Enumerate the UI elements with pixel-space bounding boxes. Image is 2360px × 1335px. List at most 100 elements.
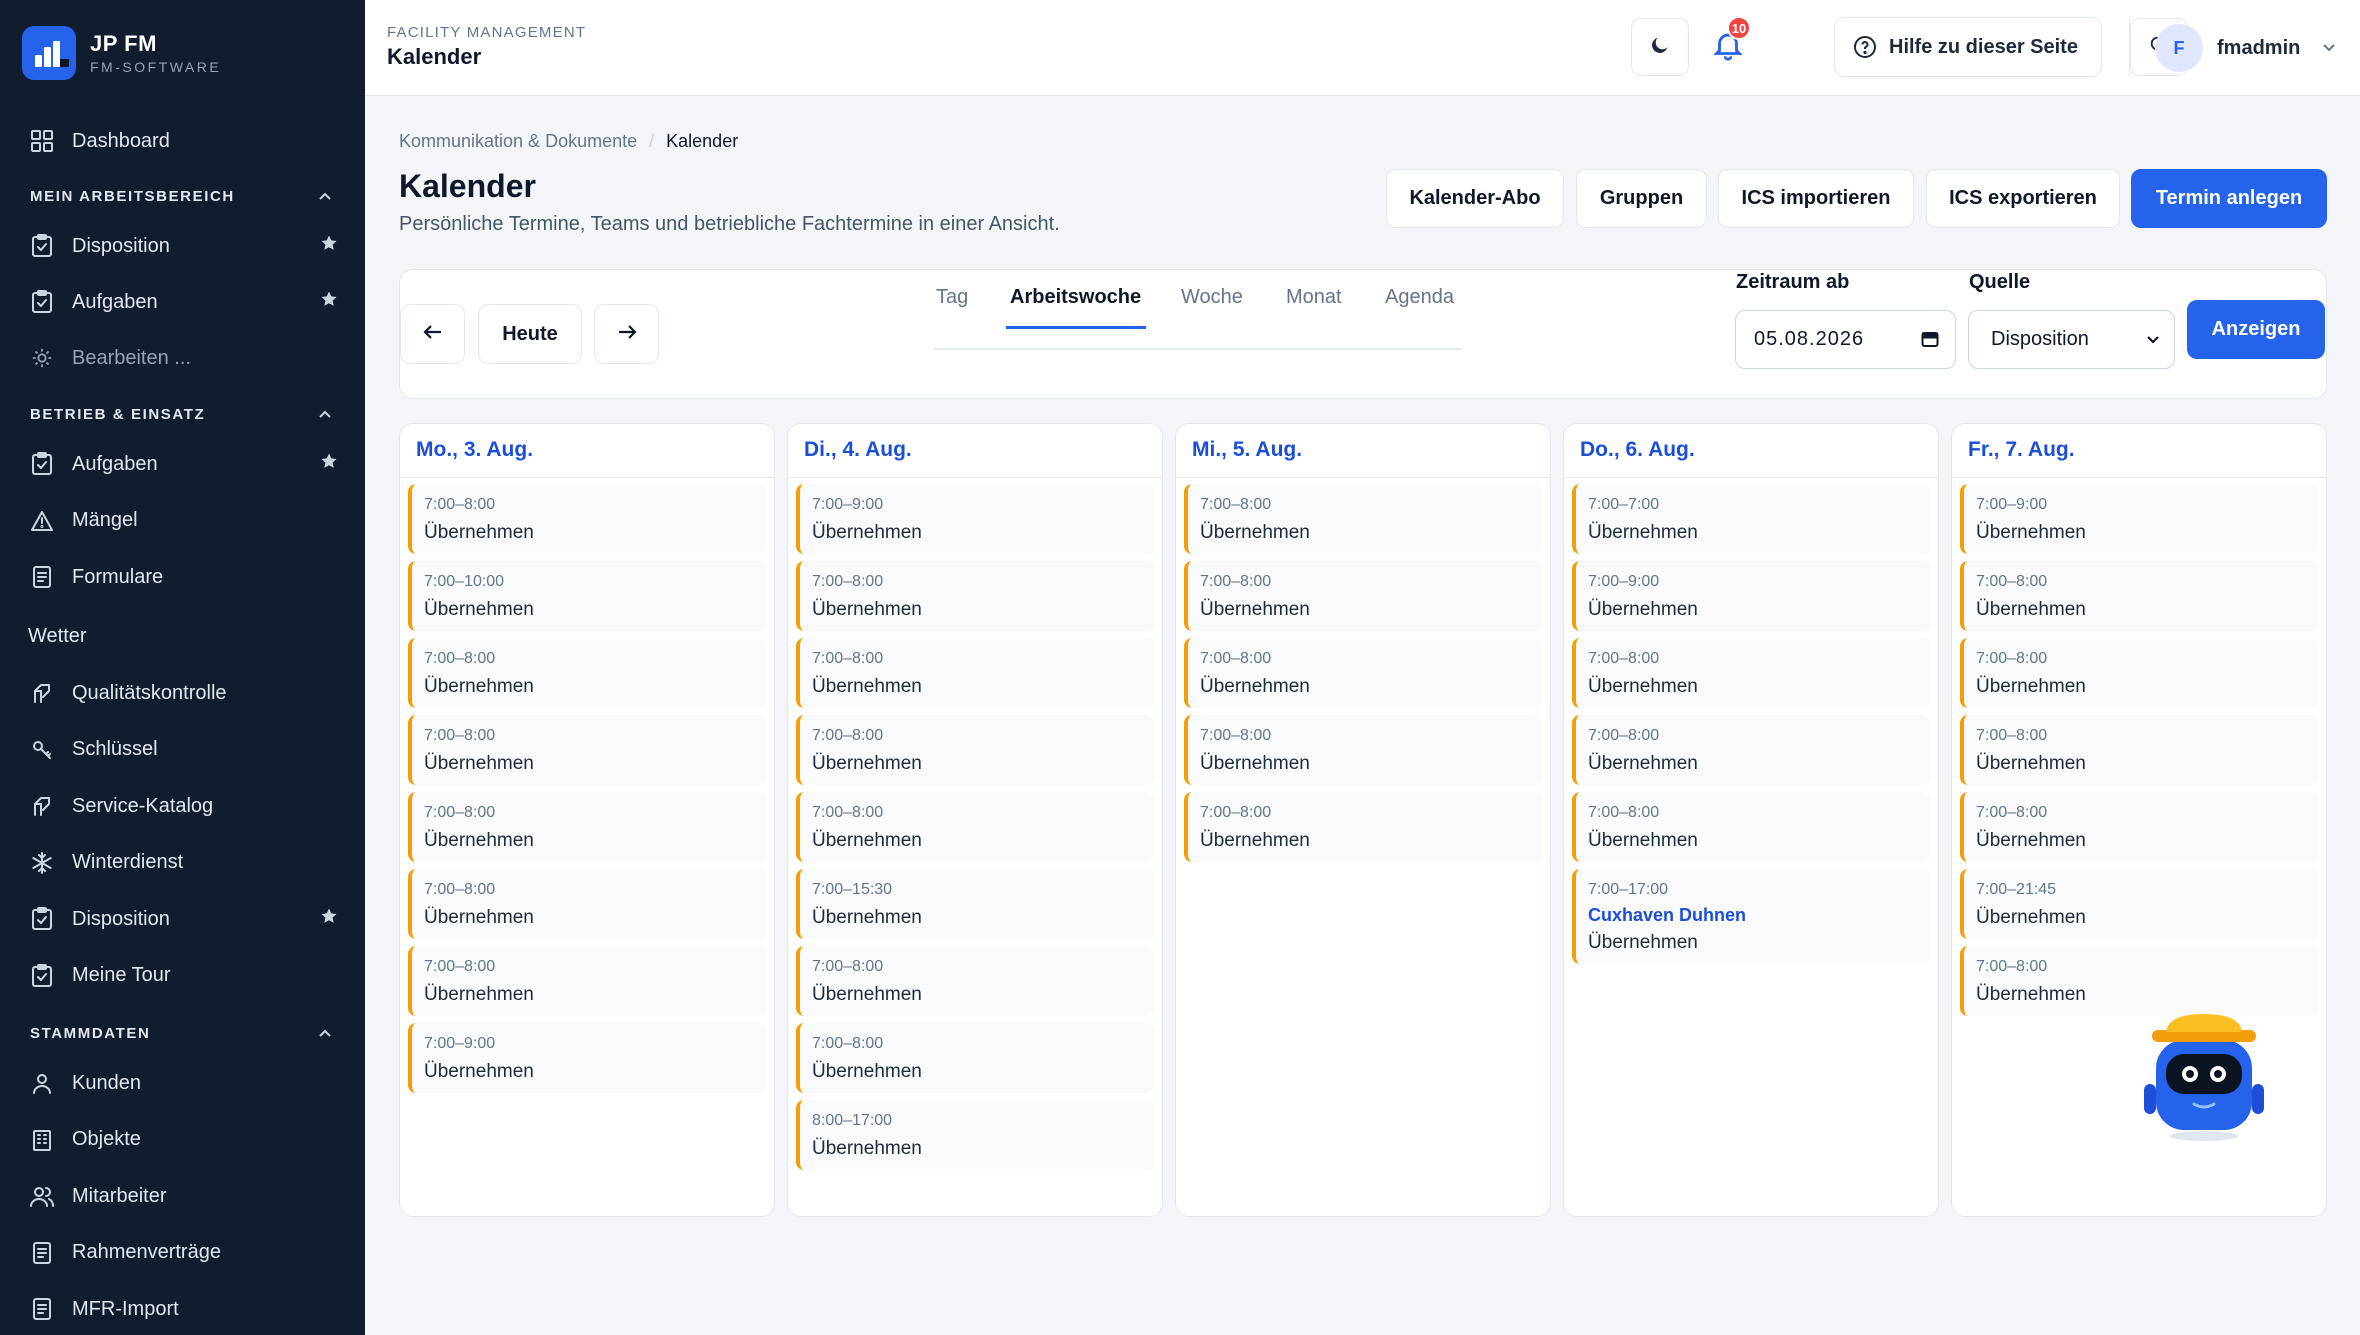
sidebar-item-service-katalog[interactable]: Service-Katalog	[28, 784, 338, 828]
calendar-subscription-button[interactable]: Kalender-Abo	[1386, 169, 1564, 228]
calendar-event[interactable]: 7:00–8:00 Übernehmen	[1960, 792, 2318, 862]
calendar-event[interactable]: 7:00–15:30 Übernehmen	[796, 869, 1154, 939]
sidebar-item-aufgaben[interactable]: Aufgaben	[28, 280, 338, 324]
sidebar-item-wetter[interactable]: Wetter	[28, 614, 338, 658]
calendar-event[interactable]: 7:00–9:00 Übernehmen	[796, 484, 1154, 554]
help-button[interactable]: Hilfe zu dieser Seite	[1834, 17, 2102, 77]
sidebar-item-disposition[interactable]: Disposition	[28, 224, 338, 268]
tab-workweek[interactable]: Arbeitswoche	[1010, 286, 1141, 309]
sidebar-item-mitarbeiter[interactable]: Mitarbeiter	[28, 1174, 338, 1218]
sidebar-item-kunden[interactable]: Kunden	[28, 1061, 338, 1105]
building-icon	[28, 1126, 56, 1154]
assistant-mascot-button[interactable]	[2138, 1014, 2270, 1144]
sidebar-item-meine-tour[interactable]: Meine Tour	[28, 954, 338, 998]
calendar-event[interactable]: 7:00–8:00 Übernehmen	[1572, 792, 1930, 862]
sidebar-item-aufgaben[interactable]: Aufgaben	[28, 442, 338, 486]
calendar-event[interactable]: 7:00–8:00 Übernehmen	[796, 638, 1154, 708]
brand[interactable]: JP FM FM-SOFTWARE	[22, 26, 221, 80]
ics-export-button[interactable]: ICS exportieren	[1926, 169, 2120, 228]
notifications-button[interactable]: 10	[1699, 16, 1757, 76]
calendar-event[interactable]: 7:00–8:00 Übernehmen	[1960, 715, 2318, 785]
calendar-event[interactable]: 7:00–8:00 Übernehmen	[1960, 561, 2318, 631]
sidebar-item-formulare[interactable]: Formulare	[28, 555, 338, 599]
sidebar-item-label: Mitarbeiter	[72, 1184, 167, 1207]
calendar-event[interactable]: 7:00–17:00 Cuxhaven Duhnen Übernehmen	[1572, 869, 1930, 964]
source-select[interactable]: Disposition	[1968, 310, 2175, 369]
breadcrumb-parent[interactable]: Kommunikation & Dokumente	[399, 131, 637, 152]
user-menu[interactable]: F fmadmin	[2155, 24, 2336, 72]
star-icon[interactable]	[320, 907, 338, 931]
sidebar-item-qualitätskontrolle[interactable]: Qualitätskontrolle	[28, 671, 338, 715]
star-icon[interactable]	[320, 452, 338, 476]
day-header[interactable]: Mi., 5. Aug.	[1176, 424, 1550, 478]
theme-toggle-button[interactable]	[1631, 18, 1689, 76]
calendar-event[interactable]: 7:00–8:00 Übernehmen	[1184, 484, 1542, 554]
sidebar-item-mängel[interactable]: Mängel	[28, 499, 338, 543]
create-appointment-button[interactable]: Termin anlegen	[2131, 169, 2327, 228]
tab-month[interactable]: Monat	[1286, 286, 1342, 309]
day-header[interactable]: Di., 4. Aug.	[788, 424, 1162, 478]
sidebar-item-winterdienst[interactable]: Winterdienst	[28, 841, 338, 885]
previous-button[interactable]	[400, 304, 465, 364]
calendar-event[interactable]: 7:00–8:00 Übernehmen	[408, 484, 766, 554]
calendar-event[interactable]: 7:00–8:00 Übernehmen	[408, 792, 766, 862]
sidebar-item-mfr-import[interactable]: MFR-Import	[28, 1287, 338, 1331]
tab-day[interactable]: Tag	[936, 286, 968, 309]
sidebar-item-dashboard[interactable]: Dashboard	[28, 119, 338, 163]
event-time: 7:00–8:00	[812, 1035, 884, 1052]
brand-logo-icon	[22, 26, 76, 80]
calendar-event[interactable]: 8:00–17:00 Übernehmen	[796, 1100, 1154, 1170]
calendar-event[interactable]: 7:00–8:00 Übernehmen	[1184, 715, 1542, 785]
event-time: 7:00–10:00	[424, 573, 505, 590]
calendar-event[interactable]: 7:00–8:00 Übernehmen	[1184, 638, 1542, 708]
calendar-event[interactable]: 7:00–7:00 Übernehmen	[1572, 484, 1930, 554]
event-take-over-label: Übernehmen	[424, 1061, 534, 1082]
today-button[interactable]: Heute	[478, 304, 582, 364]
show-button[interactable]: Anzeigen	[2187, 300, 2325, 359]
calendar-event[interactable]: 7:00–8:00 Übernehmen	[408, 869, 766, 939]
day-header[interactable]: Mo., 3. Aug.	[400, 424, 774, 478]
section-ops-toggle[interactable]: BETRIEB & EINSATZ	[30, 406, 332, 423]
section-work-toggle[interactable]: MEIN ARBEITSBEREICH	[30, 188, 332, 205]
calendar-event[interactable]: 7:00–8:00 Übernehmen	[1960, 946, 2318, 1016]
calendar-event[interactable]: 7:00–8:00 Übernehmen	[796, 1023, 1154, 1093]
star-icon[interactable]	[320, 234, 338, 258]
tab-agenda[interactable]: Agenda	[1385, 286, 1454, 309]
sidebar-item-objekte[interactable]: Objekte	[28, 1118, 338, 1162]
day-header[interactable]: Fr., 7. Aug.	[1952, 424, 2326, 478]
calendar-event[interactable]: 7:00–9:00 Übernehmen	[1960, 484, 2318, 554]
calendar-event[interactable]: 7:00–8:00 Übernehmen	[1572, 638, 1930, 708]
calendar-event[interactable]: 7:00–8:00 Übernehmen	[796, 792, 1154, 862]
event-time: 7:00–9:00	[812, 496, 884, 513]
calendar-event[interactable]: 7:00–9:00 Übernehmen	[1572, 561, 1930, 631]
sidebar-item-disposition[interactable]: Disposition	[28, 897, 338, 941]
section-master-toggle[interactable]: STAMMDATEN	[30, 1025, 332, 1042]
robot-mascot-icon	[2144, 1014, 2264, 1141]
day-column: Mi., 5. Aug. 7:00–8:00 Übernehmen 7:00–8:00…	[1175, 423, 1551, 1217]
range-date-input[interactable]: 05.08.2026	[1735, 310, 1956, 369]
calendar-event[interactable]: 7:00–8:00 Übernehmen	[1184, 792, 1542, 862]
event-take-over-label: Übernehmen	[424, 522, 534, 543]
star-icon[interactable]	[320, 290, 338, 314]
ics-import-button[interactable]: ICS importieren	[1718, 169, 1914, 228]
range-date-value: 05.08.2026	[1754, 328, 1865, 350]
calendar-event[interactable]: 7:00–8:00 Übernehmen	[1960, 638, 2318, 708]
calendar-event[interactable]: 7:00–8:00 Übernehmen	[1572, 715, 1930, 785]
calendar-event[interactable]: 7:00–10:00 Übernehmen	[408, 561, 766, 631]
calendar-event[interactable]: 7:00–8:00 Übernehmen	[796, 561, 1154, 631]
sidebar-item-bearbeiten[interactable]: Bearbeiten ...	[28, 336, 338, 380]
day-header[interactable]: Do., 6. Aug.	[1564, 424, 1938, 478]
groups-button[interactable]: Gruppen	[1576, 169, 1707, 228]
calendar-event[interactable]: 7:00–8:00 Übernehmen	[1184, 561, 1542, 631]
calendar-event[interactable]: 7:00–8:00 Übernehmen	[796, 715, 1154, 785]
calendar-event[interactable]: 7:00–21:45 Übernehmen	[1960, 869, 2318, 939]
sidebar-item-schlüssel[interactable]: Schlüssel	[28, 728, 338, 772]
sidebar-item-rahmenverträge[interactable]: Rahmenverträge	[28, 1231, 338, 1275]
calendar-event[interactable]: 7:00–9:00 Übernehmen	[408, 1023, 766, 1093]
calendar-event[interactable]: 7:00–8:00 Übernehmen	[408, 638, 766, 708]
tab-week[interactable]: Woche	[1181, 286, 1243, 309]
calendar-event[interactable]: 7:00–8:00 Übernehmen	[408, 946, 766, 1016]
calendar-event[interactable]: 7:00–8:00 Übernehmen	[796, 946, 1154, 1016]
next-button[interactable]	[594, 304, 659, 364]
calendar-event[interactable]: 7:00–8:00 Übernehmen	[408, 715, 766, 785]
